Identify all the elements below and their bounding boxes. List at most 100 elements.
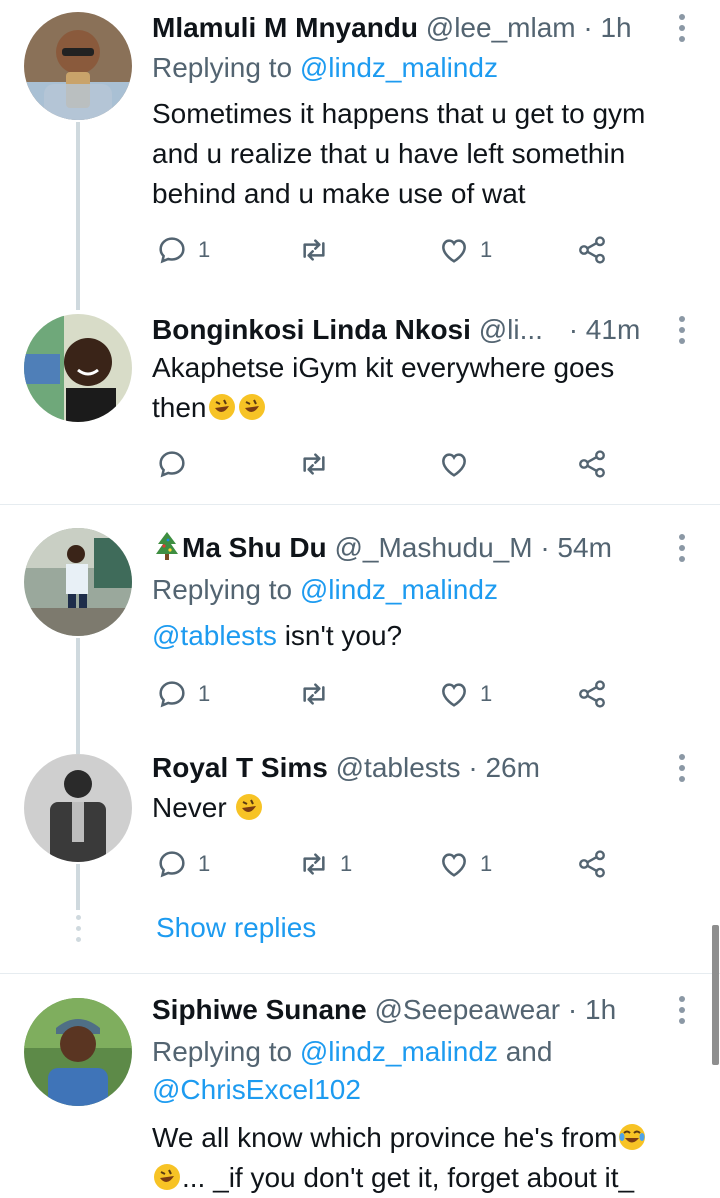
replying-to: Replying to @lindz_malindz — [152, 48, 498, 88]
tweet-actions: 1 1 — [152, 228, 632, 272]
reply-button[interactable]: 1 — [156, 228, 210, 272]
tweet-mlamuli[interactable]: Mlamuli M Mnyandu @lee_mlam · 1h Replyin… — [0, 0, 720, 310]
show-replies-link[interactable]: Show replies — [156, 908, 316, 948]
more-options-icon[interactable] — [670, 748, 694, 788]
username[interactable]: @Seepeawear — [374, 994, 560, 1025]
separator-dot: · — [583, 12, 593, 43]
reply-button[interactable]: 1 — [156, 672, 210, 716]
more-replies-dots — [74, 915, 82, 942]
like-button[interactable]: 1 — [438, 228, 492, 272]
share-icon — [579, 680, 605, 708]
tweet-text: Sometimes it happens that u get to gym a… — [152, 94, 692, 214]
share-button[interactable] — [576, 228, 608, 272]
retweet-icon — [303, 853, 325, 875]
timestamp[interactable]: 1h — [600, 12, 631, 43]
tweet-text-fragment: isn't you? — [276, 620, 403, 651]
reply-button[interactable]: 1 — [156, 842, 210, 886]
tears-of-joy-emoji-icon — [619, 1124, 646, 1150]
tweet-text-fragment: Never — [152, 792, 227, 823]
tweet-actions: 1 1 — [152, 672, 632, 716]
avatar[interactable] — [24, 528, 132, 636]
mention-link[interactable]: @tablests — [152, 620, 277, 651]
more-options-icon[interactable] — [670, 990, 694, 1030]
mention-link[interactable]: @ChrisExcel102 — [152, 1074, 361, 1105]
tweet-text-line: behind and u make use of wat — [152, 178, 526, 209]
tweet-actions: 1 1 1 — [152, 842, 632, 886]
separator-dot: · — [568, 314, 579, 345]
username[interactable]: @_Mashudu_M — [334, 532, 532, 563]
heart-icon — [442, 453, 466, 477]
reply-icon — [159, 237, 185, 264]
tweet-text-fragment: We all know which province he's from — [152, 1122, 618, 1153]
tweet-royal[interactable]: Royal T Sims @tablests · 26m Never 1 1 1… — [0, 750, 720, 955]
share-icon — [579, 450, 605, 478]
username[interactable]: @li... — [479, 314, 543, 345]
mention-link[interactable]: @lindz_malindz — [300, 52, 498, 83]
retweet-icon — [303, 683, 325, 705]
like-button[interactable]: 1 — [438, 672, 492, 716]
tweet-mashudu[interactable]: Ma Shu Du @_Mashudu_M · 54m Replying to … — [0, 520, 720, 754]
thread-line — [76, 864, 80, 910]
retweet-button[interactable]: 1 — [298, 842, 352, 886]
replying-to: Replying to @lindz_malindz — [152, 570, 498, 610]
timestamp[interactable]: 1h — [585, 994, 616, 1025]
like-count: 1 — [480, 681, 493, 706]
display-name[interactable]: Bonginkosi Linda Nkosi — [152, 314, 471, 345]
tweet-actions — [152, 442, 632, 486]
heart-icon — [442, 683, 466, 707]
reply-count: 1 — [198, 851, 211, 876]
retweet-icon — [303, 453, 325, 475]
retweet-button[interactable] — [298, 228, 340, 272]
scrollbar[interactable] — [712, 925, 719, 1065]
share-button[interactable] — [576, 672, 608, 716]
mention-link[interactable]: @lindz_malindz — [300, 1036, 498, 1067]
like-button[interactable]: 1 — [438, 842, 492, 886]
share-button[interactable] — [576, 442, 608, 486]
tweet-text: We all know which province he's from ...… — [152, 1118, 712, 1198]
avatar[interactable] — [24, 314, 132, 422]
tweet-text-fragment: then — [152, 392, 207, 423]
more-options-icon[interactable] — [670, 310, 694, 350]
timestamp[interactable]: 41m — [586, 314, 640, 345]
avatar[interactable] — [24, 998, 132, 1106]
timestamp[interactable]: 54m — [557, 532, 611, 563]
more-options-icon[interactable] — [670, 528, 694, 568]
heart-icon — [442, 239, 466, 263]
display-name[interactable]: Royal T Sims — [152, 752, 328, 783]
tweet-bonginkosi[interactable]: Bonginkosi Linda Nkosi @li... · 41m Akap… — [0, 300, 720, 504]
tweet-text-line: Akaphetse iGym kit everywhere goes — [152, 352, 615, 383]
tweet-text: Akaphetse iGym kit everywhere goes then — [152, 348, 692, 428]
more-options-icon[interactable] — [670, 8, 694, 48]
display-name[interactable]: Siphiwe Sunane — [152, 994, 367, 1025]
tweet-text-line: and u realize that u have left somethin — [152, 138, 626, 169]
like-count: 1 — [480, 237, 493, 262]
username[interactable]: @lee_mlam — [426, 12, 576, 43]
retweet-button[interactable] — [298, 672, 330, 716]
reply-button[interactable] — [156, 442, 188, 486]
rolling-laughing-emoji-icon — [154, 1164, 180, 1190]
tweet-header: Mlamuli M Mnyandu @lee_mlam · 1h — [152, 8, 660, 48]
retweet-button[interactable] — [298, 442, 330, 486]
share-button[interactable] — [576, 842, 608, 886]
like-count: 1 — [480, 851, 493, 876]
display-name[interactable]: Mlamuli M Mnyandu — [152, 12, 418, 43]
like-button[interactable] — [438, 442, 470, 486]
heart-icon — [442, 853, 466, 877]
reply-icon — [159, 851, 185, 878]
mention-link[interactable]: @lindz_malindz — [300, 574, 498, 605]
avatar[interactable] — [24, 754, 132, 862]
separator-dot: · — [567, 994, 578, 1025]
reply-count: 1 — [198, 237, 211, 262]
replying-prefix: Replying to — [152, 1036, 293, 1067]
separator-dot: · — [540, 532, 550, 563]
divider — [0, 973, 720, 974]
tweet-text: @tablests isn't you? — [152, 616, 692, 656]
tweet-siphiwe[interactable]: Siphiwe Sunane @Seepeawear · 1h Replying… — [0, 988, 720, 1196]
avatar[interactable] — [24, 12, 132, 120]
divider — [0, 504, 720, 505]
timestamp[interactable]: 26m — [485, 752, 539, 783]
display-name[interactable]: Ma Shu Du — [182, 532, 327, 563]
tweet-header: Bonginkosi Linda Nkosi @li... · 41m — [152, 310, 660, 350]
replying-to: Replying to @lindz_malindz and — [152, 1032, 552, 1072]
username[interactable]: @tablests — [336, 752, 461, 783]
